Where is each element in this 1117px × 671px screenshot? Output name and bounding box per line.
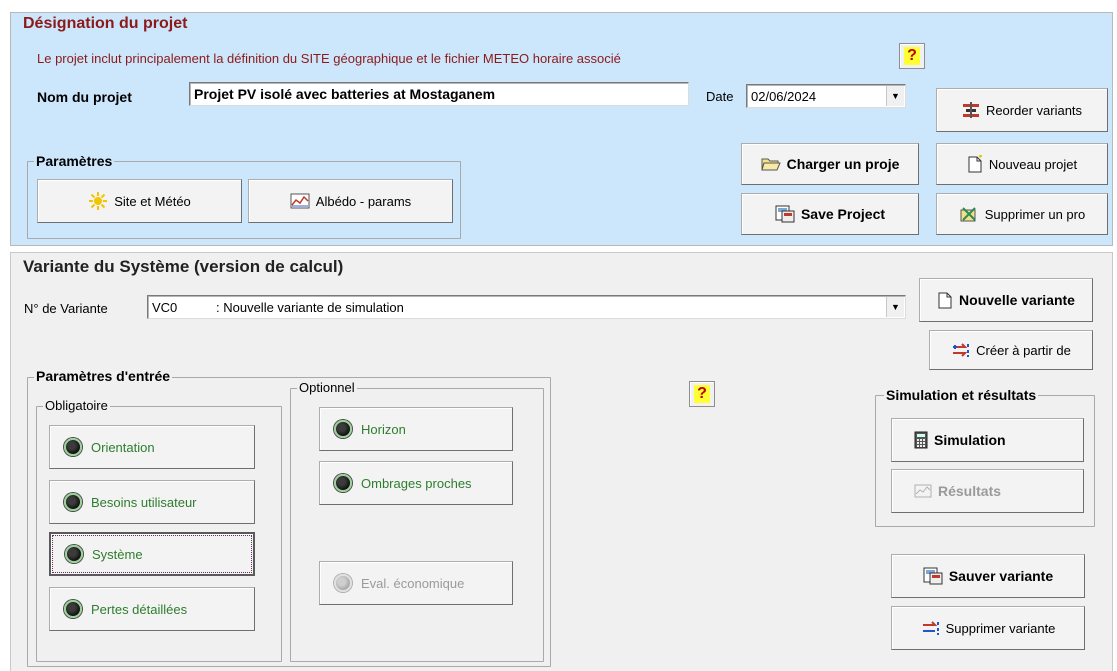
create-from-button[interactable]: Créer à partir de (929, 330, 1093, 370)
near-shadings-button[interactable]: Ombrages proches (319, 461, 513, 505)
open-folder-icon (760, 157, 781, 171)
parameters-group: Paramètres Site et Météo Albédo - params (27, 153, 461, 239)
status-led-icon (334, 474, 352, 492)
chart-icon (914, 484, 932, 498)
variant-number-label: N° de Variante (24, 301, 108, 316)
help-icon: ? (904, 47, 920, 65)
calculator-icon (914, 431, 928, 449)
save-icon (923, 567, 943, 585)
optional-title: Optionnel (297, 380, 357, 396)
date-select[interactable]: 02/06/2024 ▼ (746, 84, 906, 108)
status-led-icon (64, 438, 82, 456)
new-document-icon (937, 291, 953, 309)
project-name-input[interactable]: Projet PV isolé avec batteries at Mostag… (189, 82, 689, 106)
system-variant-panel: Variante du Système (version de calcul) … (10, 252, 1113, 671)
save-project-button[interactable]: Save Project (741, 193, 919, 235)
delete-variant-button[interactable]: Supprimer variante (891, 606, 1085, 650)
new-project-button[interactable]: Nouveau projet (936, 143, 1108, 185)
variant-description-value: : Nouvelle variante de simulation (216, 299, 404, 315)
simulation-button[interactable]: Simulation (891, 418, 1084, 462)
detailed-losses-button[interactable]: Pertes détaillées (49, 587, 255, 631)
mandatory-group: Obligatoire Orientation Besoins utilisat… (36, 398, 282, 662)
project-help-button[interactable]: ? (899, 43, 925, 69)
status-led-icon (64, 493, 82, 511)
save-variant-button[interactable]: Sauver variante (891, 554, 1085, 598)
variant-number-value: VC0 (152, 299, 178, 315)
project-description: Le projet inclut principalement la défin… (37, 51, 621, 66)
horizon-button[interactable]: Horizon (319, 407, 513, 451)
system-button[interactable]: Système (49, 532, 255, 576)
chart-icon (290, 193, 310, 209)
optional-group: Optionnel Horizon Ombrages proches Eval.… (290, 380, 544, 662)
simulation-results-group: Simulation et résultats Simulation Résul… (875, 387, 1095, 527)
project-name-label: Nom du projet (37, 89, 132, 105)
new-variant-button[interactable]: Nouvelle variante (919, 278, 1093, 322)
reorder-variants-button[interactable]: Reorder variants (936, 88, 1108, 132)
status-led-icon (334, 574, 352, 592)
albedo-params-button[interactable]: Albédo - params (248, 179, 453, 223)
delete-variant-icon (921, 619, 943, 637)
project-designation-panel: Désignation du projet Le projet inclut p… (10, 12, 1113, 246)
date-value: 02/06/2024 (751, 88, 817, 104)
status-led-icon (65, 545, 83, 563)
delete-project-button[interactable]: Supprimer un pro (936, 193, 1108, 235)
status-led-icon (334, 420, 352, 438)
site-meteo-button[interactable]: Site et Météo (37, 179, 242, 223)
save-icon (775, 205, 795, 223)
variant-section-title: Variante du Système (version de calcul) (21, 257, 346, 276)
mandatory-title: Obligatoire (43, 398, 110, 414)
new-document-icon (967, 155, 983, 173)
parameters-title: Paramètres (34, 153, 115, 169)
sun-icon (88, 191, 108, 211)
reorder-icon (962, 102, 980, 118)
copy-arrows-icon (951, 341, 973, 359)
input-parameters-group: Paramètres d'entrée Obligatoire Orientat… (27, 368, 551, 667)
chevron-down-icon[interactable]: ▼ (886, 86, 904, 106)
status-led-icon (64, 600, 82, 618)
variant-select[interactable]: VC0 : Nouvelle variante de simulation ▼ (147, 295, 906, 319)
economic-eval-button[interactable]: Eval. économique (319, 561, 513, 605)
delete-project-icon (959, 206, 979, 222)
simulation-results-title: Simulation et résultats (884, 387, 1039, 403)
help-icon: ? (694, 385, 710, 403)
variant-help-button[interactable]: ? (689, 381, 715, 407)
user-needs-button[interactable]: Besoins utilisateur (49, 480, 255, 524)
project-section-title: Désignation du projet (21, 15, 190, 32)
input-parameters-title: Paramètres d'entrée (34, 368, 173, 384)
date-label: Date (706, 89, 734, 104)
orientation-button[interactable]: Orientation (49, 425, 255, 469)
chevron-down-icon[interactable]: ▼ (886, 297, 904, 317)
load-project-button[interactable]: Charger un proje (741, 143, 919, 185)
results-button[interactable]: Résultats (891, 469, 1084, 513)
